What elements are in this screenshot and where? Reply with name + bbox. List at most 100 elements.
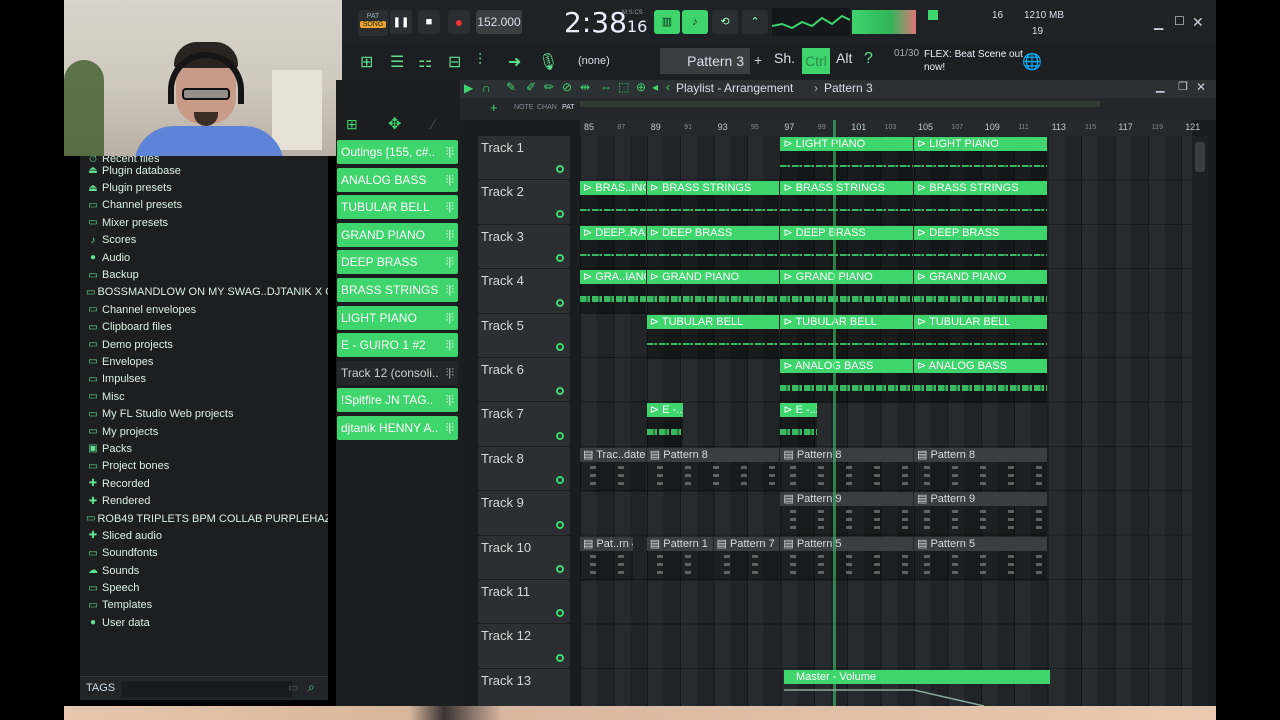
browser-item[interactable]: ▭ Speech [80, 579, 328, 596]
browser-item[interactable]: ♪ Scores [80, 232, 328, 249]
channel-tool-3[interactable]: ⁄ [432, 116, 434, 132]
track-active-toggle[interactable] [556, 520, 564, 529]
browser-item[interactable]: ⏏ Plugin presets [80, 179, 328, 196]
window-minimize-icon[interactable]: ▁ [1156, 80, 1164, 93]
channel-button[interactable]: ANALOG BASS ⫶|⫶ [337, 167, 458, 192]
browser-item[interactable]: ▭ Channel presets [80, 197, 328, 214]
channel-button[interactable]: E - GUIRO 1 #2 ⫶|⫶ [337, 333, 458, 358]
audio-clip[interactable]: ⊳ GRAND PIANO [646, 270, 780, 315]
track-header[interactable]: Track 10 [478, 535, 570, 580]
playhead[interactable] [833, 120, 837, 706]
browser-item[interactable]: ▭ Templates [80, 597, 328, 614]
browser-item[interactable]: ✚ Rendered [80, 492, 328, 509]
browser-item[interactable]: ▭ Envelopes [80, 353, 328, 370]
audio-clip[interactable]: ⊳ BRASS STRINGS [780, 181, 913, 226]
slice-tool-icon[interactable]: ⇔ [600, 80, 612, 94]
channel-button[interactable]: LIGHT PIANO ⫶|⫶ [337, 305, 458, 330]
audio-clip[interactable]: ⊳ ANALOG BASS [914, 359, 1047, 403]
browser-item[interactable]: ☁ Sounds [80, 562, 328, 579]
channel-button[interactable]: DEEP BRASS ⫶|⫶ [337, 250, 458, 275]
browser-item[interactable]: ● User data [80, 614, 328, 631]
channel-button[interactable]: BRASS STRINGS ⫶|⫶ [337, 278, 458, 302]
audio-clip[interactable]: ⊳ E -..2 [780, 403, 817, 448]
audio-clip[interactable]: ⊳ DEEP BRASS [646, 225, 780, 270]
chan-label[interactable]: CHAN [537, 104, 557, 111]
record-button[interactable]: ● [448, 10, 470, 34]
folder-icon[interactable]: ▭ [288, 681, 298, 694]
audio-clip[interactable]: ⊳ TUBULAR BELL [646, 314, 780, 359]
browser-item[interactable]: ▭ Project bones [80, 458, 328, 475]
audio-clip[interactable]: ⊳ BRASS STRINGS [914, 181, 1047, 226]
pattern-clip[interactable]: ▤ Pattern 1 [646, 536, 713, 581]
channel-button[interactable]: Track 12 (consoli.. ⫶|⫶ [337, 360, 458, 385]
audio-clip[interactable]: ⊳ GRAND PIANO [780, 270, 913, 315]
maximize-icon[interactable]: ☐ [1174, 14, 1185, 28]
track-active-toggle[interactable] [556, 209, 564, 218]
pattern-clip[interactable]: ▤ Pattern 5 [914, 536, 1047, 581]
track-header[interactable]: Track 9 [478, 491, 570, 536]
news-text[interactable]: FLEX: Beat Scene out now! [924, 48, 1034, 74]
pattern-clip[interactable]: ▤ Pattern 5 [780, 536, 913, 581]
channel-button[interactable]: !Spitfire JN TAG.. ⫶|⫶ [337, 388, 458, 413]
browser-item[interactable]: ▣ Packs [80, 440, 328, 457]
browser-item[interactable]: ▭ Channel envelopes [80, 301, 328, 318]
channel-tool-2[interactable]: ✥ [388, 114, 401, 134]
browser-item[interactable]: ▭ Mixer presets [80, 214, 328, 231]
pattern-clip[interactable]: ▤ Pat..rn 4 [580, 536, 634, 581]
alt-button[interactable]: Alt [836, 50, 852, 66]
tags-input[interactable] [122, 681, 292, 697]
vertical-scrollbar[interactable] [1192, 136, 1208, 706]
pattern-clip[interactable]: ▤ Pattern 9 [914, 492, 1047, 537]
paint-tool-icon[interactable]: ✐ [526, 80, 536, 94]
track-header[interactable]: Track 3 [478, 224, 570, 270]
microphone-icon[interactable]: 🎙 [538, 52, 558, 72]
typing-keyboard-button[interactable]: ⌃ [742, 10, 768, 34]
mute-tool-icon[interactable]: ⊘ [562, 80, 572, 94]
track-active-toggle[interactable] [556, 609, 564, 618]
pat-song-toggle[interactable]: PAT SONG [358, 10, 388, 36]
automation-clip[interactable]: Master - Volume [784, 670, 1050, 707]
globe-icon[interactable]: 🌐 [1022, 52, 1042, 72]
arrow-right-icon[interactable]: ➜ [508, 52, 521, 72]
track-header[interactable]: Track 6 [478, 358, 570, 403]
minimize-icon[interactable]: ▁ [1154, 16, 1163, 30]
ctrl-button[interactable]: Ctrl [802, 48, 830, 74]
scroll-thumb[interactable] [1195, 142, 1205, 172]
browser-item[interactable]: ▭ My FL Studio Web projects [80, 405, 328, 422]
track-active-toggle[interactable] [556, 342, 564, 351]
audio-clip[interactable]: ⊳ BRASS STRINGS [646, 181, 780, 226]
window-close-icon[interactable]: ✕ [1196, 80, 1206, 94]
browser-item[interactable]: ✚ Recorded [80, 475, 328, 492]
track-active-toggle[interactable] [556, 564, 564, 573]
help-icon[interactable]: ? [864, 50, 873, 68]
play-button[interactable]: ❚❚ [390, 10, 412, 34]
track-header[interactable]: Track 7 [478, 402, 570, 447]
delete-tool-icon[interactable]: ✏ [544, 80, 554, 94]
search-icon[interactable]: ⌕ [308, 680, 315, 695]
mixer-icon[interactable]: ⊟ [448, 52, 461, 72]
browser-item[interactable]: ▭BOSSMANDLOW ON MY SWAG..DJTANIK X GENTL… [80, 284, 328, 301]
channel-tool-1[interactable]: ⊞ [346, 116, 358, 133]
track-header[interactable]: Track 5 [478, 313, 570, 358]
stop-button[interactable]: ■ [418, 10, 440, 34]
playlist-icon[interactable]: ⊞ [360, 52, 373, 72]
track-header[interactable]: Track 2 [478, 180, 570, 225]
browser-item[interactable]: ✚ Sliced audio [80, 527, 328, 544]
time-ruler[interactable]: 85 87 89 91 93 95 97 99 101 103 105 107 109 111 113 115… [580, 120, 1200, 136]
audio-clip[interactable]: ⊳ TUBULAR BELL [780, 314, 913, 359]
browser-item[interactable]: ▭ Demo projects [80, 336, 328, 353]
browser-item[interactable]: ▭ROB49 TRIPLETS BPM COLLAB PURPLEHAZE X … [80, 510, 328, 527]
track-header[interactable]: Track 1 [478, 136, 570, 181]
audio-clip[interactable]: ⊳ LIGHT PIANO [780, 137, 913, 181]
audio-clip[interactable]: ⊳ DEEP BRASS [780, 225, 913, 270]
pattern-selector[interactable]: Pattern 3 [660, 48, 750, 74]
audio-clip[interactable]: ⊳ BRAS..INGS [580, 181, 646, 226]
browser-item[interactable]: ▭ Impulses [80, 371, 328, 388]
browser-item[interactable]: ⏏ Plugin database [80, 162, 328, 179]
audio-clip[interactable]: ⊳ LIGHT PIANO [914, 137, 1047, 181]
channel-rack-icon[interactable]: ⚏ [418, 52, 432, 72]
close-icon[interactable]: ✕ [1192, 14, 1204, 31]
track-header[interactable]: Track 11 [478, 580, 570, 625]
play-arrow-icon[interactable]: ▶ [464, 81, 473, 95]
arrangement-grid[interactable]: ⊳ LIGHT PIANO⊳ LIGHT PIANO⊳ BRAS..INGS⊳ … [580, 136, 1192, 706]
